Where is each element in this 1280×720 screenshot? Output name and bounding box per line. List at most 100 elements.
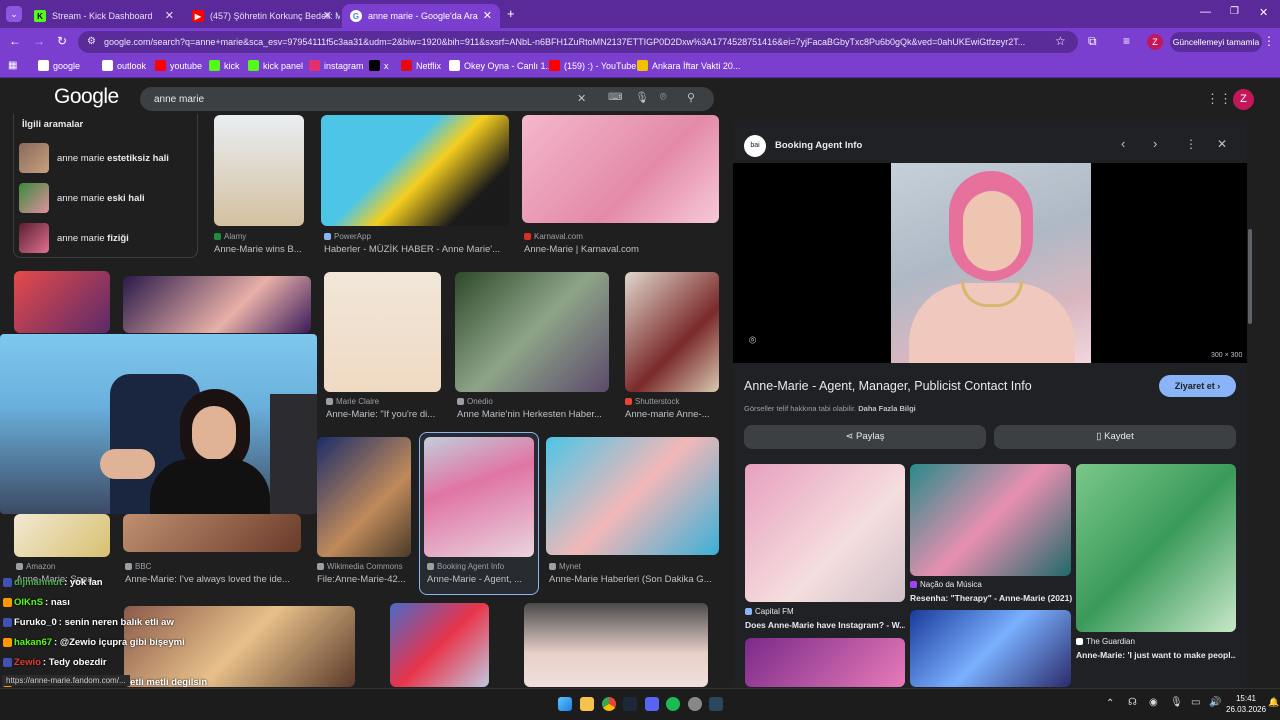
profile-avatar[interactable]: Z xyxy=(1147,34,1163,50)
bookmark-star-icon[interactable]: ☆ xyxy=(1055,34,1066,48)
notification-icon[interactable]: 🔔 xyxy=(1268,697,1279,708)
steam-icon-2[interactable] xyxy=(709,697,723,711)
result-image[interactable] xyxy=(625,272,719,392)
result-image[interactable] xyxy=(214,115,304,226)
chrome-icon[interactable] xyxy=(602,697,616,711)
restore-icon[interactable]: ❐ xyxy=(1230,6,1239,17)
bookmark-6[interactable]: x xyxy=(369,60,389,71)
result-title[interactable]: Anne-Marie - Agent, ... xyxy=(427,574,522,585)
related-search-item[interactable]: anne marie eski hali xyxy=(14,178,197,218)
result-title[interactable]: Haberler - MÜZİK HABER - Anne Marie'... xyxy=(324,244,500,255)
result-title[interactable]: Anne-Marie: I've always loved the ide... xyxy=(125,574,290,585)
related-source[interactable]: Capital FM xyxy=(745,607,794,616)
result-source[interactable]: Marie Claire xyxy=(326,397,379,406)
bookmark-5[interactable]: instagram xyxy=(309,60,364,71)
result-image[interactable] xyxy=(455,272,609,392)
prev-icon[interactable]: ‹ xyxy=(1121,136,1125,151)
panel-scrollbar[interactable] xyxy=(1249,121,1255,687)
related-source[interactable]: Nação da Música xyxy=(910,580,982,589)
panel-title[interactable]: Anne-Marie - Agent, Manager, Publicist C… xyxy=(744,379,1032,393)
result-source[interactable]: BBC xyxy=(125,562,151,571)
related-image[interactable] xyxy=(910,464,1071,576)
lens-icon[interactable]: ⌾ xyxy=(660,91,667,104)
apps-icon[interactable]: ▦ xyxy=(8,60,17,71)
save-button[interactable]: ▯ Kaydet xyxy=(994,425,1236,449)
bookmark-8[interactable]: Okey Oyna - Canlı 1... xyxy=(449,60,553,71)
tab-kick-dashboard[interactable]: K Stream - Kick Dashboard ✕ xyxy=(26,4,182,28)
close-icon[interactable]: ✕ xyxy=(165,9,174,22)
new-tab-icon[interactable]: + xyxy=(507,6,515,21)
bookmark-3[interactable]: kick xyxy=(209,60,240,71)
close-panel-icon[interactable]: ✕ xyxy=(1217,137,1227,151)
related-search-item[interactable]: anne marie fiziği xyxy=(14,218,197,258)
result-image[interactable] xyxy=(14,514,110,557)
update-button[interactable]: Güncellemeyi tamamla xyxy=(1170,32,1262,52)
result-source[interactable]: Karnaval.com xyxy=(524,232,583,241)
result-source[interactable]: Booking Agent Info xyxy=(427,562,504,571)
clock[interactable]: 15:41 26.03.2026 xyxy=(1226,693,1266,715)
window-close-icon[interactable]: ✕ xyxy=(1259,6,1268,19)
preview-image[interactable] xyxy=(891,163,1091,363)
google-apps-icon[interactable]: ⋮⋮ xyxy=(1206,91,1232,107)
tab-google-search[interactable]: G anne marie - Google'da Ara ✕ xyxy=(342,4,500,28)
forward-icon[interactable]: → xyxy=(33,34,45,48)
tab-youtube[interactable]: ▶ (457) Şöhretin Korkunç Bedeli: M ✕ xyxy=(184,4,340,28)
result-source[interactable]: Shutterstock xyxy=(625,397,679,406)
result-title[interactable]: Anne-Marie: "If you're di... xyxy=(326,409,435,420)
share-button[interactable]: ⋖ Paylaş xyxy=(744,425,986,449)
next-icon[interactable]: › xyxy=(1153,136,1157,151)
result-title[interactable]: Anne-Marie wins B... xyxy=(214,244,302,255)
result-title[interactable]: Anne-marie Anne-... xyxy=(625,409,710,420)
visit-button[interactable]: Ziyaret et › xyxy=(1159,375,1236,397)
result-image[interactable] xyxy=(524,603,708,687)
result-title[interactable]: Anne Marie'nin Herkesten Haber... xyxy=(457,409,602,420)
start-icon[interactable] xyxy=(558,697,572,711)
network-icon[interactable]: ▭ xyxy=(1191,697,1200,708)
bookmark-9[interactable]: (159) :) - YouTube xyxy=(549,60,636,71)
result-source[interactable]: Alamy xyxy=(214,232,246,241)
menu-icon[interactable]: ⋮ xyxy=(1263,34,1275,48)
result-title[interactable]: Anne-Marie | Karnaval.com xyxy=(524,244,639,255)
back-icon[interactable]: ← xyxy=(9,34,21,48)
result-image[interactable] xyxy=(390,603,489,687)
close-icon[interactable]: ✕ xyxy=(323,9,332,22)
headset-icon[interactable]: ☊ xyxy=(1128,697,1137,708)
more-info-link[interactable]: Daha Fazla Bilgi xyxy=(858,404,916,413)
account-avatar[interactable]: Z xyxy=(1233,89,1254,110)
result-source[interactable]: Onedio xyxy=(457,397,493,406)
bookmark-0[interactable]: google xyxy=(38,60,80,71)
result-image[interactable] xyxy=(321,115,509,226)
result-source[interactable]: PowerApp xyxy=(324,232,371,241)
result-title[interactable]: Anne-Marie Haberleri (Son Dakika G... xyxy=(549,574,712,585)
reload-icon[interactable]: ↻ xyxy=(57,34,67,48)
close-icon[interactable]: ✕ xyxy=(483,9,492,22)
settings-icon[interactable] xyxy=(688,697,702,711)
search-input[interactable]: anne marie ✕ ⌨ 🎙 ⌾ ⚲ xyxy=(140,87,714,111)
related-source[interactable]: The Guardian xyxy=(1076,637,1135,646)
result-image[interactable] xyxy=(317,437,411,557)
steam-tray-icon[interactable]: ◉ xyxy=(1149,697,1158,708)
bookmark-10[interactable]: Ankara İftar Vakti 20... xyxy=(637,60,740,71)
result-image[interactable] xyxy=(546,437,719,555)
spotify-icon[interactable] xyxy=(666,697,680,711)
panel-source[interactable]: Booking Agent Info xyxy=(775,140,862,151)
tab-list-icon[interactable]: ⌄ xyxy=(6,6,22,22)
related-image[interactable] xyxy=(745,464,905,602)
related-search-item[interactable]: anne marie estetiksiz hali xyxy=(14,138,197,178)
google-logo[interactable]: Google xyxy=(54,85,119,109)
related-image[interactable] xyxy=(910,610,1071,687)
bookmark-4[interactable]: kick panel xyxy=(248,60,303,71)
related-title-text[interactable]: Does Anne-Marie have Instagram? - W... xyxy=(745,620,905,630)
bookmark-1[interactable]: outlook xyxy=(102,60,146,71)
more-options-icon[interactable]: ⋮ xyxy=(1185,137,1197,151)
reading-list-icon[interactable]: ≡ xyxy=(1123,34,1130,48)
result-source[interactable]: Mynet xyxy=(549,562,581,571)
site-info-icon[interactable]: ⚙ xyxy=(87,36,96,47)
result-image[interactable] xyxy=(522,115,719,223)
result-title[interactable]: File:Anne-Marie-42... xyxy=(317,574,406,585)
related-image[interactable] xyxy=(745,638,905,687)
bookmark-7[interactable]: Netflix xyxy=(401,60,441,71)
bookmark-2[interactable]: youtube xyxy=(155,60,202,71)
result-image[interactable] xyxy=(14,271,110,333)
volume-icon[interactable]: 🔊 xyxy=(1209,697,1221,708)
